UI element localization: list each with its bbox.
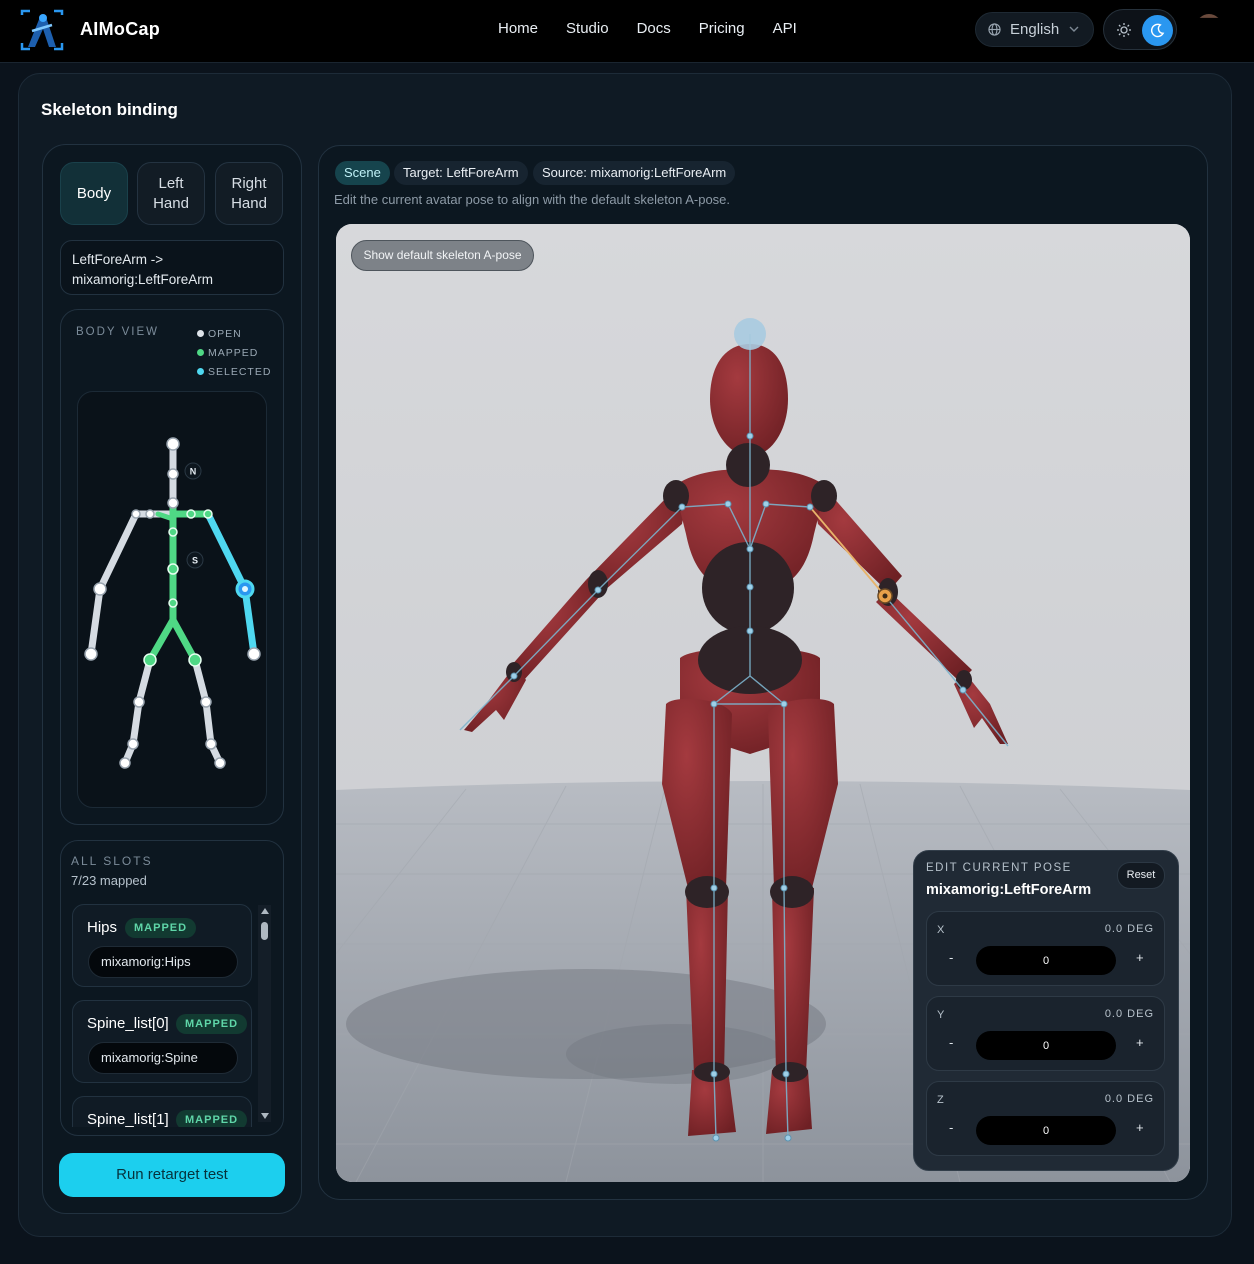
slot-card-spine-1[interactable]: Spine_list[1] MAPPED [72, 1096, 252, 1127]
reset-button[interactable]: Reset [1117, 862, 1165, 889]
legend-mapped: MAPPED [197, 344, 271, 363]
page-title: Skeleton binding [41, 100, 178, 119]
language-label: English [1010, 21, 1060, 38]
axis-label: Z [937, 1094, 944, 1106]
aimocap-logo-icon[interactable] [18, 9, 66, 51]
moon-icon [1150, 23, 1165, 38]
rotation-z-input[interactable] [976, 1116, 1116, 1145]
decrement-y-button[interactable]: - [949, 1035, 953, 1050]
axis-degrees: 0.0 DEG [1104, 1008, 1154, 1020]
tab-left-hand-label: Left Hand [153, 174, 189, 212]
scroll-down-icon[interactable] [261, 1113, 269, 1119]
scroll-up-icon[interactable] [261, 908, 269, 914]
edit-pose-bone: mixamorig:LeftForeArm [926, 882, 1092, 898]
nav-link-pricing[interactable]: Pricing [699, 20, 745, 37]
tab-left-hand[interactable]: Left Hand [137, 162, 205, 225]
decrement-z-button[interactable]: - [949, 1120, 953, 1135]
axis-y-row: Y 0.0 DEG - + [926, 996, 1165, 1071]
legend-selected: SELECTED [197, 363, 271, 382]
tab-scene[interactable]: Scene [335, 161, 390, 185]
slots-title: ALL SLOTS [71, 854, 153, 868]
moon-button[interactable] [1142, 15, 1173, 46]
nav-link-studio[interactable]: Studio [566, 20, 609, 37]
axis-z-row: Z 0.0 DEG - + [926, 1081, 1165, 1156]
increment-z-button[interactable]: + [1136, 1120, 1144, 1135]
nav-links: Home Studio Docs Pricing API [498, 20, 825, 37]
run-retarget-test-button[interactable]: Run retarget test [59, 1153, 285, 1197]
nav-link-home[interactable]: Home [498, 20, 538, 37]
tab-right-hand-label: Right Hand [231, 174, 267, 212]
nav-link-api[interactable]: API [773, 20, 797, 37]
sun-icon[interactable] [1116, 22, 1132, 38]
edit-pose-title: EDIT CURRENT POSE [926, 862, 1072, 874]
user-avatar[interactable] [1196, 14, 1222, 18]
slot-name: Spine_list[0] [87, 1015, 169, 1032]
slot-list[interactable]: Hips MAPPED mixamorig:Hips Spine_list[0]… [60, 895, 284, 1127]
slots-count: 7/23 mapped [71, 873, 147, 888]
slot-bone-select[interactable]: mixamorig:Hips [88, 946, 238, 978]
chevron-down-icon [1069, 26, 1079, 32]
language-select[interactable]: English [975, 12, 1094, 47]
slot-card-spine-0[interactable]: Spine_list[0] MAPPED mixamorig:Spine [72, 1000, 252, 1083]
source-chip: Source: mixamorig:LeftForeArm [533, 161, 736, 185]
show-default-a-pose-button[interactable]: Show default skeleton A-pose [351, 240, 534, 271]
body-figure-box: N S [77, 391, 267, 808]
target-chip: Target: LeftForeArm [394, 161, 528, 185]
scene-hint: Edit the current avatar pose to align wi… [334, 192, 731, 207]
status-badge: MAPPED [176, 1014, 248, 1034]
increment-y-button[interactable]: + [1136, 1035, 1144, 1050]
slot-name: Spine_list[1] [87, 1111, 169, 1127]
axis-degrees: 0.0 DEG [1104, 1093, 1154, 1105]
current-mapping: LeftForeArm -> mixamorig:LeftForeArm [60, 240, 284, 295]
slot-card-hips[interactable]: Hips MAPPED mixamorig:Hips [72, 904, 252, 987]
rotation-x-input[interactable] [976, 946, 1116, 975]
axis-degrees: 0.0 DEG [1104, 923, 1154, 935]
globe-icon [988, 23, 1001, 36]
legend: OPEN MAPPED SELECTED [197, 325, 271, 382]
increment-x-button[interactable]: + [1136, 950, 1144, 965]
legend-open: OPEN [197, 325, 271, 344]
scroll-thumb[interactable] [261, 922, 268, 940]
top-nav: AIMoCap Home Studio Docs Pricing API Eng… [0, 0, 1254, 63]
decrement-x-button[interactable]: - [949, 950, 953, 965]
rotation-y-input[interactable] [976, 1031, 1116, 1060]
marker-s: S [192, 556, 198, 566]
slot-name: Hips [87, 919, 118, 936]
axis-x-row: X 0.0 DEG - + [926, 911, 1165, 986]
body-skeleton-map[interactable]: N S [78, 392, 268, 809]
slot-bone-select[interactable]: mixamorig:Spine [88, 1042, 238, 1074]
theme-toggle[interactable] [1103, 9, 1177, 50]
status-badge: MAPPED [125, 918, 197, 938]
tab-right-hand[interactable]: Right Hand [215, 162, 283, 225]
tab-body[interactable]: Body [60, 162, 128, 225]
status-badge: MAPPED [176, 1110, 248, 1127]
slots-scrollbar[interactable] [258, 905, 271, 1122]
nav-link-docs[interactable]: Docs [637, 20, 671, 37]
body-view-title: BODY VIEW [76, 326, 159, 338]
axis-label: X [937, 924, 945, 936]
axis-label: Y [937, 1009, 945, 1021]
marker-n: N [190, 467, 197, 477]
brand-name[interactable]: AIMoCap [80, 19, 160, 40]
